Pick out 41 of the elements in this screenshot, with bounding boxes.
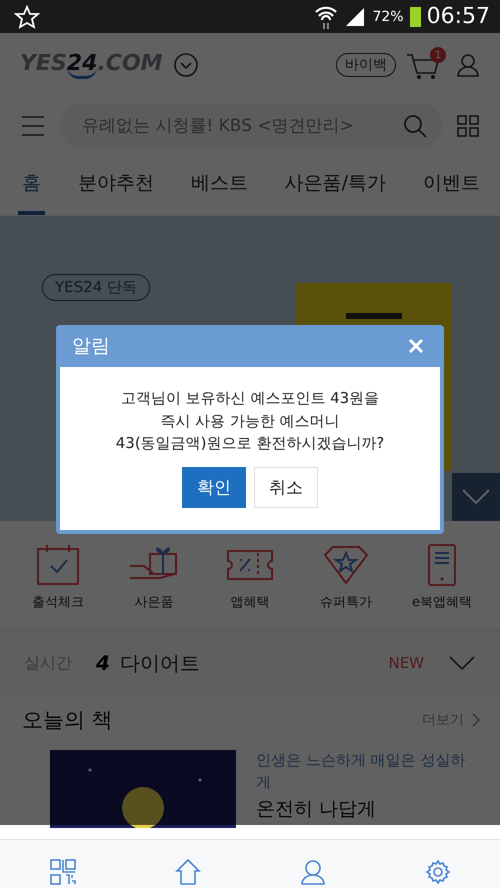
user-icon[interactable] [456, 52, 480, 78]
quick-menu-link[interactable]: 앱혜택 [230, 593, 270, 611]
diamond-star-icon [323, 545, 369, 585]
dialog-title: 알림 [72, 334, 110, 359]
rank-number: 4 [96, 651, 110, 675]
quick-menu-link[interactable]: 출석체크 [32, 593, 84, 611]
section-title: 오늘의 책 [22, 707, 114, 734]
book-subtitle: 인생은 느슨하게 매일은 성실하게 [256, 750, 466, 793]
cart-count-badge: 1 [430, 47, 446, 63]
dropdown-circle-icon[interactable] [172, 52, 199, 78]
nav-tab[interactable]: 분야추천 [74, 155, 158, 215]
clock-time: 06:57 [426, 4, 490, 29]
quick-menu-link[interactable]: e북앱혜택 [412, 593, 472, 611]
grid-icon[interactable] [456, 114, 480, 138]
calendar-check-icon [35, 544, 81, 586]
battery-icon [410, 6, 421, 26]
expand-button[interactable] [452, 473, 500, 521]
dialog-message: 고객님이 보유하신 예스포인트 43원을 [120, 388, 380, 409]
buyback-button[interactable]: 바이백 [336, 53, 396, 77]
quick-menu-link[interactable]: 슈퍼특가 [320, 593, 372, 611]
coupon-icon [226, 547, 274, 583]
chevron-right-icon[interactable] [472, 713, 480, 727]
menu-icon[interactable] [20, 113, 46, 139]
nav-tab[interactable]: 이벤트 [418, 155, 484, 215]
wifi-icon [314, 4, 338, 28]
star-icon [14, 4, 40, 28]
dialog-button[interactable]: 취소 [254, 466, 318, 508]
nav-tab[interactable]: 사은품/특가 [280, 155, 390, 215]
dialog-message: 43(동일금액)원으로 환전하시겠습니까? [116, 433, 384, 454]
quick-menu-link[interactable]: 사은품 [134, 593, 174, 611]
dialog-button[interactable]: 확인 [182, 466, 246, 508]
new-label: NEW [388, 654, 424, 672]
nav-tab[interactable]: 베스트 [186, 155, 252, 215]
battery-percent: 72% [372, 8, 404, 24]
search-icon[interactable] [402, 113, 428, 139]
trending-keyword[interactable]: 다이어트 [120, 650, 200, 676]
dialog-message: 즉시 사용 가능한 예스머니 [160, 410, 340, 432]
book-title[interactable]: 온전히 나답게 [256, 796, 480, 822]
ebook-device-icon [427, 543, 457, 587]
signal-icon [344, 6, 366, 28]
chevron-down-icon [461, 488, 491, 506]
